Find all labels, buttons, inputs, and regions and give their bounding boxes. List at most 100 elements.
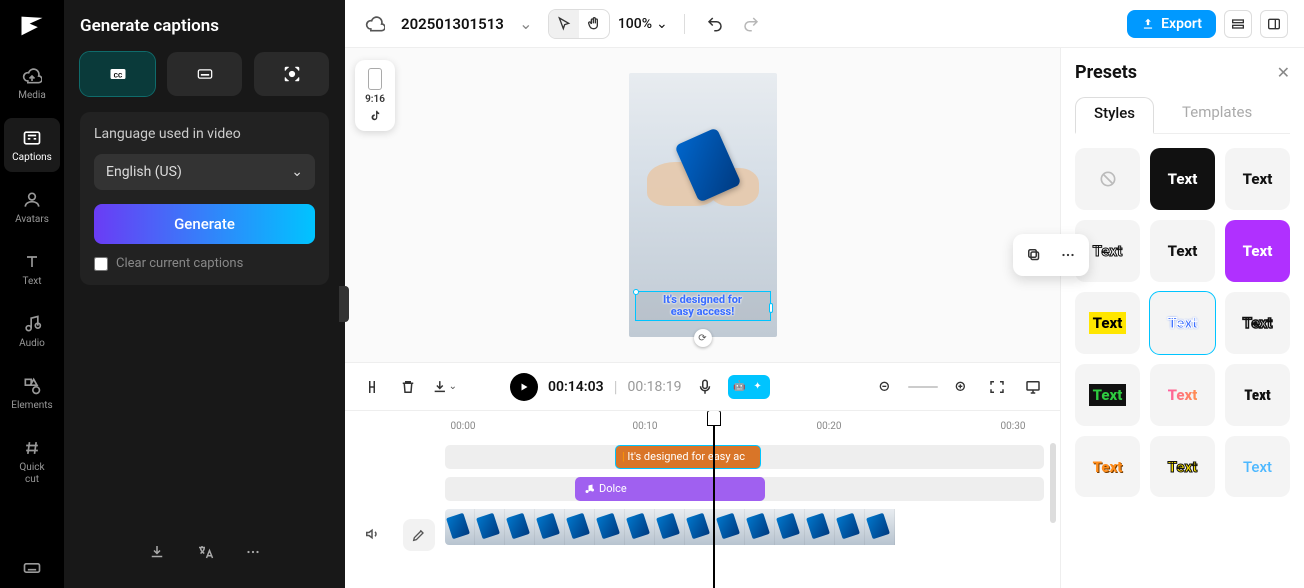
volume-icon[interactable]	[359, 521, 385, 547]
zoom-slider[interactable]	[908, 386, 938, 388]
tiktok-icon	[368, 109, 382, 123]
rail-captions[interactable]: Captions	[4, 118, 60, 172]
preset-style[interactable]: Text	[1150, 148, 1215, 210]
rail-avatars[interactable]: Avatars	[4, 180, 60, 234]
audio-track[interactable]: Dolce	[445, 477, 1044, 501]
caption-clip[interactable]: | It's designed for easy ac	[615, 445, 761, 469]
preset-style[interactable]: Text	[1150, 220, 1215, 282]
mic-icon[interactable]	[692, 374, 718, 400]
avatar-icon	[20, 188, 44, 212]
video-content-placeholder	[647, 128, 759, 212]
selection-handle[interactable]	[769, 303, 773, 313]
clear-captions-row[interactable]: Clear current captions	[94, 256, 315, 271]
project-name: 202501301513	[401, 15, 504, 33]
preset-style[interactable]: Text	[1075, 292, 1140, 354]
pointer-tool[interactable]	[549, 10, 579, 38]
floating-toolbar	[1013, 234, 1089, 276]
redo-button[interactable]	[737, 10, 765, 38]
clear-checkbox[interactable]	[94, 257, 108, 271]
preset-style[interactable]: Text	[1225, 292, 1290, 354]
tab-styles[interactable]: Styles	[1075, 97, 1154, 134]
preset-style[interactable]: Text	[1225, 220, 1290, 282]
refresh-icon[interactable]: ⟳	[694, 329, 712, 347]
audio-icon	[20, 312, 44, 336]
more-icon[interactable]	[1053, 240, 1083, 270]
language-label: Language used in video	[94, 126, 315, 142]
rail-audio[interactable]: Audio	[4, 304, 60, 358]
split-icon[interactable]	[359, 374, 385, 400]
hand-tool[interactable]	[579, 10, 609, 38]
caption-track[interactable]: | It's designed for easy ac	[445, 445, 1044, 469]
rail-label: Audio	[19, 338, 45, 350]
keyboard-icon[interactable]	[12, 548, 52, 588]
zoom-in-icon[interactable]	[948, 374, 974, 400]
generate-button[interactable]: Generate	[94, 204, 315, 244]
preset-grid: Text Text Text Text Text Text Text Text …	[1075, 148, 1290, 497]
more-icon[interactable]	[241, 540, 265, 564]
ruler-tick-label: 00:10	[633, 421, 658, 432]
preset-style[interactable]: Text	[1225, 148, 1290, 210]
language-box: Language used in video English (US) ⌄ Ge…	[80, 112, 329, 285]
caption-text: It's designed foreasy access!	[638, 294, 768, 318]
ruler-tick-label: 00:20	[817, 421, 842, 432]
translate-icon[interactable]	[193, 540, 217, 564]
app-logo	[18, 12, 46, 40]
subtab-cc[interactable]: CC	[80, 52, 155, 96]
timeline-ruler[interactable]: 00:00 00:10 00:20 00:30	[345, 411, 1060, 437]
zoom-control[interactable]: 100% ⌄	[618, 16, 668, 32]
player-bar: ⌄ 00:14:03 | 00:18:19 🤖 ✦	[345, 362, 1060, 410]
edit-track-icon[interactable]	[403, 519, 435, 551]
present-icon[interactable]	[1020, 374, 1046, 400]
rail-elements[interactable]: Elements	[4, 366, 60, 420]
fit-icon[interactable]	[984, 374, 1010, 400]
rail-text[interactable]: Text	[4, 242, 60, 296]
ai-tools[interactable]: 🤖 ✦	[728, 375, 770, 399]
preset-style[interactable]: Text	[1075, 436, 1140, 498]
timeline-scrollbar[interactable]	[1050, 443, 1056, 523]
subtab-subtitle[interactable]	[167, 52, 242, 96]
preset-none[interactable]	[1075, 148, 1140, 210]
captions-icon	[20, 126, 44, 150]
text-icon	[20, 250, 44, 274]
video-track[interactable]	[445, 509, 1044, 545]
zoom-out-icon[interactable]	[872, 374, 898, 400]
selection-handle[interactable]	[633, 289, 639, 295]
close-icon[interactable]: ✕	[1277, 63, 1290, 82]
preset-style[interactable]: Text	[1150, 436, 1215, 498]
scan-icon	[282, 64, 302, 84]
preset-style[interactable]: Text	[1225, 364, 1290, 426]
preset-tabs: Styles Templates	[1075, 97, 1290, 134]
panel-subtabs: CC	[80, 52, 329, 96]
rail-label: Avatars	[15, 214, 49, 226]
duplicate-icon[interactable]	[1019, 240, 1049, 270]
preset-style[interactable]: Text	[1150, 364, 1215, 426]
panel-collapse-handle[interactable]	[339, 286, 349, 322]
panel-toggle-icon[interactable]	[1260, 10, 1288, 38]
export-button[interactable]: Export	[1127, 10, 1216, 38]
project-menu-chevron[interactable]: ⌄	[512, 10, 540, 38]
ai-robot-icon: 🤖	[732, 379, 748, 395]
undo-button[interactable]	[701, 10, 729, 38]
play-button[interactable]	[510, 373, 538, 401]
playhead[interactable]	[713, 411, 715, 588]
cloud-sync-icon[interactable]	[361, 10, 389, 38]
timeline[interactable]: 00:00 00:10 00:20 00:30 | It's designed …	[345, 410, 1060, 588]
download-icon[interactable]	[145, 540, 169, 564]
language-select[interactable]: English (US) ⌄	[94, 154, 315, 190]
delete-icon[interactable]	[395, 374, 421, 400]
preset-style-selected[interactable]: Text	[1150, 292, 1215, 354]
tab-templates[interactable]: Templates	[1178, 97, 1256, 133]
video-frame[interactable]: It's designed foreasy access! ⟳	[629, 73, 777, 337]
canvas-viewport[interactable]: 9:16 It's designed foreasy access! ⟳	[345, 48, 1060, 362]
download-small-icon[interactable]: ⌄	[431, 374, 457, 400]
ratio-card[interactable]: 9:16	[355, 60, 395, 131]
rail-quickcut[interactable]: Quick cut	[4, 428, 60, 494]
layout-icon[interactable]	[1224, 10, 1252, 38]
subtab-scan[interactable]	[254, 52, 329, 96]
preset-style[interactable]: Text	[1225, 436, 1290, 498]
audio-clip[interactable]: Dolce	[575, 477, 765, 501]
preset-style[interactable]: Text	[1075, 364, 1140, 426]
caption-selection[interactable]: It's designed foreasy access!	[635, 291, 771, 321]
rail-media[interactable]: Media	[4, 56, 60, 110]
subtitle-icon	[195, 64, 215, 84]
